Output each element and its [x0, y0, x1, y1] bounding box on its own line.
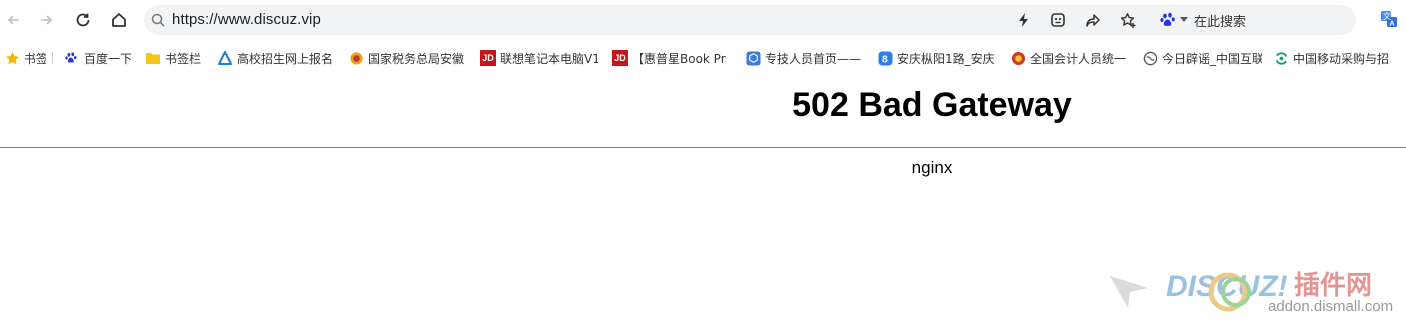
bookmark-item[interactable]: 高校招生网上报名 [217, 49, 335, 67]
svg-text:文: 文 [1383, 11, 1391, 21]
watermark-url: addon.dismall.com [1268, 298, 1394, 315]
china-mobile-icon [1273, 50, 1289, 66]
bookmark-label: 国家税务总局安徽 [368, 51, 465, 66]
jd-icon: JD [480, 50, 496, 66]
server-name: nginx [911, 158, 953, 177]
bookmark-star-button[interactable] [1118, 10, 1138, 30]
search-engine-selector[interactable]: 在此搜索 [1160, 5, 1246, 35]
bookmark-item[interactable]: 书签 [4, 49, 46, 67]
home-button[interactable] [107, 8, 131, 32]
bookmark-item[interactable]: 国家税务总局安徽 [348, 49, 466, 67]
bookmark-label: 书签栏 [165, 51, 202, 66]
forward-button[interactable] [34, 8, 58, 32]
globe-icon [1142, 50, 1158, 66]
page-title: 502 Bad Gateway [792, 86, 1072, 124]
emblem-icon [1010, 50, 1026, 66]
bookmark-label: 全国会计人员统一 [1030, 51, 1127, 66]
star-add-icon [1120, 12, 1135, 28]
bookmark-item[interactable]: 中国移动采购与招 [1273, 49, 1391, 67]
baidu-paw-icon [64, 50, 80, 66]
url-text[interactable]: https://www.discuz.vip [172, 11, 321, 28]
bookmark-label: 安庆枞阳1路_安庆 [897, 51, 995, 66]
reload-button[interactable] [71, 8, 95, 32]
triangle-logo-icon [217, 50, 233, 66]
search-icon [151, 13, 165, 27]
bookmark-label: 高校招生网上报名 [237, 51, 334, 66]
bookmark-folder[interactable]: 书签栏 [145, 49, 207, 67]
bookmark-label: 书签 [24, 51, 46, 66]
home-icon [112, 13, 126, 27]
robot-face-icon [1051, 13, 1065, 27]
bookmark-label: 中国移动采购与招 [1293, 51, 1390, 66]
jd-icon: JD [612, 50, 628, 66]
cube-icon [745, 50, 761, 66]
bookmark-label: 联想笔记本电脑V1 [500, 51, 598, 66]
bookmark-label: 今日辟谣_中国互联 [1162, 51, 1262, 66]
arrow-right-icon [41, 15, 53, 25]
speed-mode-button[interactable] [1014, 10, 1034, 30]
bookmark-item[interactable]: 专技人员首页—— [745, 49, 865, 67]
svg-text:8: 8 [882, 54, 888, 65]
bookmark-label: 百度一下 [84, 51, 133, 66]
bookmark-label: 专技人员首页—— [765, 51, 862, 66]
browser-toolbar: https://www.discuz.vip 在此搜索 文 A [0, 0, 1406, 40]
horizontal-rule [0, 147, 1406, 148]
arrow-left-icon [7, 15, 19, 25]
bookmark-separator [52, 52, 53, 64]
share-button[interactable] [1083, 10, 1103, 30]
address-bar[interactable]: https://www.discuz.vip 在此搜索 [144, 5, 1356, 35]
bookmark-item[interactable]: 今日辟谣_中国互联 [1142, 49, 1262, 67]
tax-emblem-icon [348, 50, 364, 66]
reader-mode-button[interactable] [1048, 10, 1068, 30]
bookmark-item[interactable]: JD 联想笔记本电脑V1 [480, 49, 598, 67]
caret-down-icon [1180, 17, 1188, 22]
star-icon [4, 50, 20, 66]
bookmark-label: 【惠普星Book Pr [632, 51, 726, 66]
bookmarks-bar: 书签 百度一下 书签栏 高校招生网上报名 国家税务总局安徽 JD 联想笔记本电脑… [0, 40, 1406, 76]
svg-text:A: A [1390, 21, 1395, 28]
bookmark-item[interactable]: 全国会计人员统一 [1010, 49, 1130, 67]
reload-icon [76, 13, 90, 27]
translate-button[interactable]: 文 A [1380, 10, 1398, 28]
bookmark-item[interactable]: 8 安庆枞阳1路_安庆 [877, 49, 997, 67]
translate-icon: 文 A [1381, 11, 1397, 28]
baidu-paw-icon [1160, 12, 1175, 26]
share-arrow-icon [1086, 14, 1100, 27]
back-button[interactable] [2, 8, 26, 32]
search-engine-label: 在此搜索 [1194, 14, 1247, 30]
lightning-icon [1019, 13, 1028, 27]
bus-8-icon: 8 [877, 50, 893, 66]
watermark-cn: 插件网 [1294, 271, 1372, 301]
folder-icon [145, 50, 161, 66]
bookmark-item[interactable]: 百度一下 [64, 49, 136, 67]
bookmark-item[interactable]: JD 【惠普星Book Pr [612, 49, 732, 67]
